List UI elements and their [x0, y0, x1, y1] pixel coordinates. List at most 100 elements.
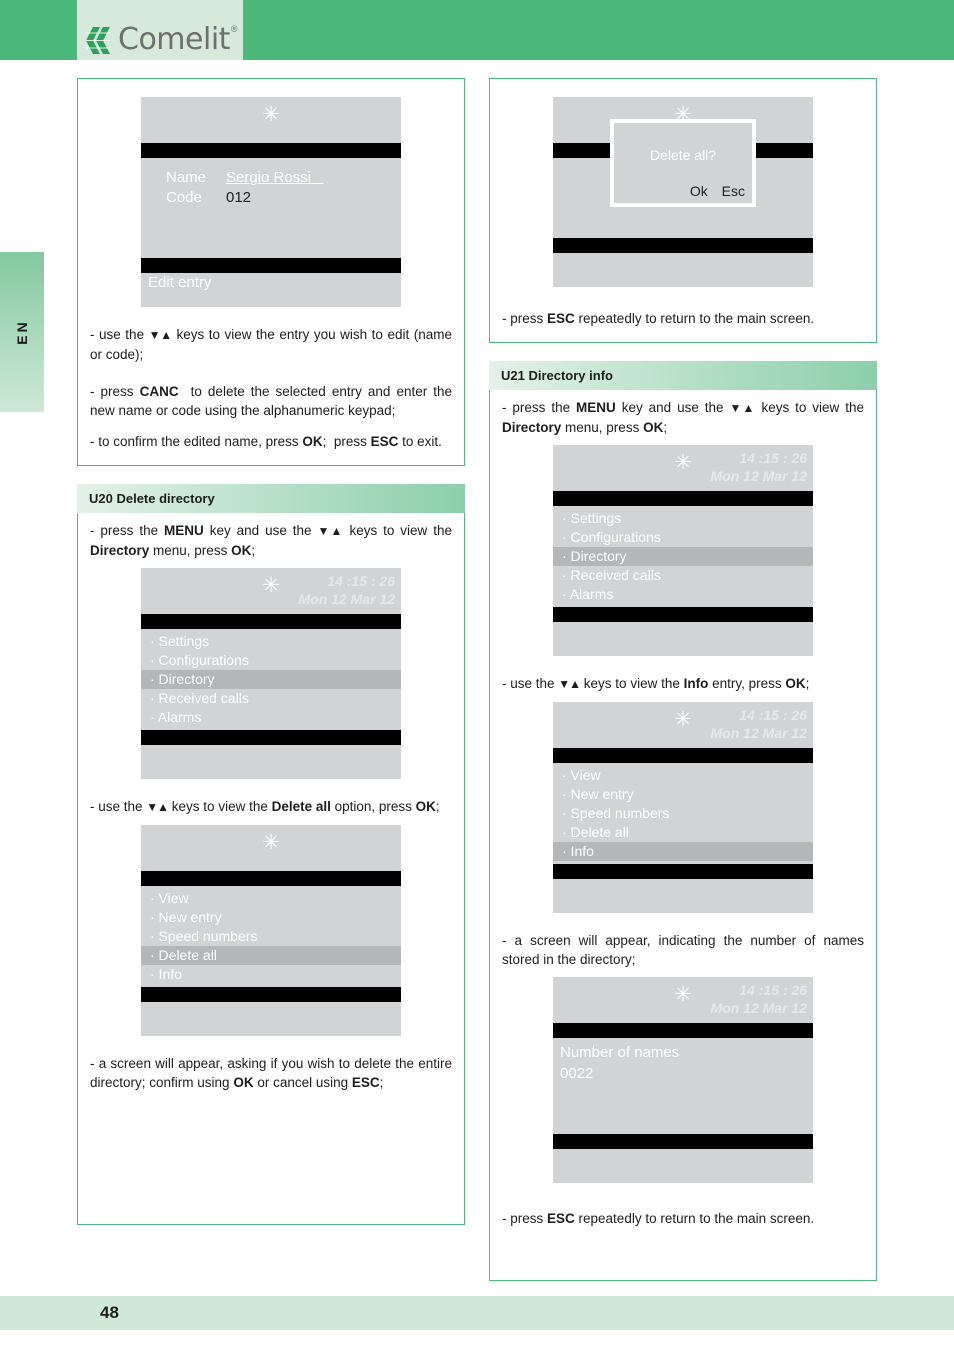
menu-item-view[interactable]: · View [553, 766, 813, 785]
menu-item-info[interactable]: · Info [553, 842, 813, 861]
section-u21: U21 Directory info - press the MENU key … [489, 361, 877, 1281]
lcd-menu-list: · Settings · Configurations · Directory … [141, 629, 401, 730]
lcd-divider-top [553, 491, 813, 506]
menu-item-alarms[interactable]: · Alarms [141, 708, 401, 727]
menu-item-settings[interactable]: · Settings [553, 509, 813, 528]
instruction-canc-delete: - press CANC to delete the selected entr… [90, 384, 453, 418]
lcd-divider-bottom [553, 1134, 813, 1149]
menu-item-settings[interactable]: · Settings [141, 632, 401, 651]
lcd-screen-number-of-names: ✳ 14 :15 : 26 Mon 12 Mar 12 Number of na… [553, 977, 813, 1183]
field-value-name-padding [311, 169, 324, 186]
key-ok-5: OK [643, 420, 664, 435]
section-u20: U20 Delete directory - press the MENU ke… [77, 484, 465, 1225]
language-tab-label: EN [14, 319, 30, 345]
star-icon: ✳ [674, 451, 692, 474]
lcd-time: 14 :15 : 26 [739, 707, 807, 723]
lcd-status-bar: ✳ 14 :15 : 26 Mon 12 Mar 12 [553, 445, 813, 491]
lcd-divider-top [141, 614, 401, 629]
lcd-status-bar: ✳ [141, 97, 401, 143]
lcd-divider-bottom [553, 864, 813, 879]
confirm-esc-button[interactable]: Esc [722, 183, 745, 199]
menu-info-1: Info [683, 676, 709, 691]
menu-item-configurations[interactable]: · Configurations [141, 651, 401, 670]
lcd-status-bar: ✳ 14 :15 : 26 Mon 12 Mar 12 [141, 568, 401, 614]
lcd-clock: 14 :15 : 26 Mon 12 Mar 12 [711, 706, 807, 742]
lcd-status-bar: ✳ 14 :15 : 26 Mon 12 Mar 12 [553, 977, 813, 1023]
info-value-number-of-names: 0022 [560, 1065, 594, 1082]
menu-delete-all-1: Delete all [271, 799, 331, 814]
key-ok-4: OK [233, 1075, 254, 1090]
menu-item-info[interactable]: · Info [141, 965, 401, 984]
right-column: ✳ Delete all? Ok Esc - press ESC repeate… [489, 78, 877, 1281]
lcd-menu-list: · Settings · Configurations · Directory … [553, 506, 813, 607]
lcd-content-area: Name Sergio Rossi Code 012 [141, 158, 401, 258]
menu-item-directory[interactable]: · Directory [553, 547, 813, 566]
lcd-divider-top [141, 871, 401, 886]
star-icon: ✳ [262, 831, 280, 854]
key-ok-6: OK [785, 676, 806, 691]
menu-item-new-entry[interactable]: · New entry [141, 908, 401, 927]
menu-item-alarms[interactable]: · Alarms [553, 585, 813, 604]
confirm-dialog-box: Delete all? Ok Esc [610, 119, 756, 207]
menu-item-received-calls[interactable]: · Received calls [553, 566, 813, 585]
confirm-dialog-buttons: Ok Esc [680, 183, 745, 199]
lcd-divider-bottom [553, 238, 813, 253]
lcd-status-bar: ✳ [141, 825, 401, 871]
confirm-panel-instruction: - press ESC repeatedly to return to the … [502, 311, 815, 326]
menu-item-configurations[interactable]: · Configurations [553, 528, 813, 547]
field-label-name: Name [166, 169, 207, 186]
lcd-time: 14 :15 : 26 [327, 573, 395, 589]
section-u20-body: - press the MENU key and use the ▼▲ keys… [77, 513, 465, 1225]
field-label-code: Code [166, 189, 202, 206]
lcd-screen-directory-menu-u21: ✳ 14 :15 : 26 Mon 12 Mar 12 · View · New… [553, 702, 813, 913]
confirm-dialog-question: Delete all? [649, 147, 717, 163]
lcd-date: Mon 12 Mar 12 [710, 468, 807, 484]
lcd-divider-bottom [141, 987, 401, 1002]
left-column: ✳ Name Sergio Rossi Code 012 Edit entry - … [77, 78, 465, 1225]
lcd-status-bar: ✳ 14 :15 : 26 Mon 12 Mar 12 [553, 702, 813, 748]
menu-item-delete-all[interactable]: · Delete all [141, 946, 401, 965]
menu-item-speed-numbers[interactable]: · Speed numbers [141, 927, 401, 946]
key-ok-1: OK [302, 434, 323, 449]
menu-item-directory[interactable]: · Directory [141, 670, 401, 689]
key-esc-1: ESC [370, 434, 399, 449]
lcd-footer-area [553, 622, 813, 656]
lcd-divider-top [141, 143, 401, 158]
star-icon: ✳ [674, 708, 692, 731]
star-icon: ✳ [674, 983, 692, 1006]
field-value-code: 012 [226, 189, 252, 206]
key-ok-3: OK [415, 799, 436, 814]
lcd-footer-area [553, 1149, 813, 1183]
menu-item-new-entry[interactable]: · New entry [553, 785, 813, 804]
info-label-number-of-names: Number of names [560, 1044, 680, 1061]
language-tab-en: EN [0, 252, 44, 412]
menu-item-delete-all[interactable]: · Delete all [553, 823, 813, 842]
u21-step-4: - press ESC repeatedly to return to the … [502, 1211, 815, 1226]
u21-step-2: - use the ▼▲ keys to view the Info entry… [502, 676, 810, 691]
manual-page: Comelit ® EN ✳ Name Sergio Rossi Code 012 … [0, 0, 954, 1354]
comelit-logo: Comelit ® [86, 22, 238, 55]
lcd-footer-area [553, 253, 813, 287]
menu-item-speed-numbers[interactable]: · Speed numbers [553, 804, 813, 823]
page-number: 48 [100, 1303, 119, 1322]
lcd-divider-top [553, 748, 813, 763]
arrow-keys-icon: ▼▲ [317, 524, 344, 538]
lcd-menu-list: · View · New entry · Speed numbers · Del… [553, 763, 813, 864]
u20-step-1: - press the MENU key and use the ▼▲ keys… [90, 523, 452, 558]
lcd-date: Mon 12 Mar 12 [710, 725, 807, 741]
menu-item-received-calls[interactable]: · Received calls [141, 689, 401, 708]
lcd-footer-label: Edit entry [148, 274, 212, 291]
lcd-divider-bottom [141, 730, 401, 745]
lcd-menu-list: · View · New entry · Speed numbers · Del… [141, 886, 401, 987]
menu-item-view[interactable]: · View [141, 889, 401, 908]
arrow-keys-icon: ▼▲ [146, 800, 169, 814]
field-row-name: Name Sergio Rossi [141, 168, 401, 188]
edit-entry-panel: ✳ Name Sergio Rossi Code 012 Edit entry - … [77, 78, 465, 466]
key-canc: CANC [139, 384, 179, 399]
confirm-ok-button[interactable]: Ok [690, 183, 708, 199]
lcd-screen-main-menu-u21: ✳ 14 :15 : 26 Mon 12 Mar 12 · Settings ·… [553, 445, 813, 656]
comelit-lattice-icon [86, 27, 110, 54]
arrow-keys-icon: ▼▲ [148, 328, 173, 342]
lcd-date: Mon 12 Mar 12 [710, 1000, 807, 1016]
u20-spacer [90, 1094, 452, 1212]
